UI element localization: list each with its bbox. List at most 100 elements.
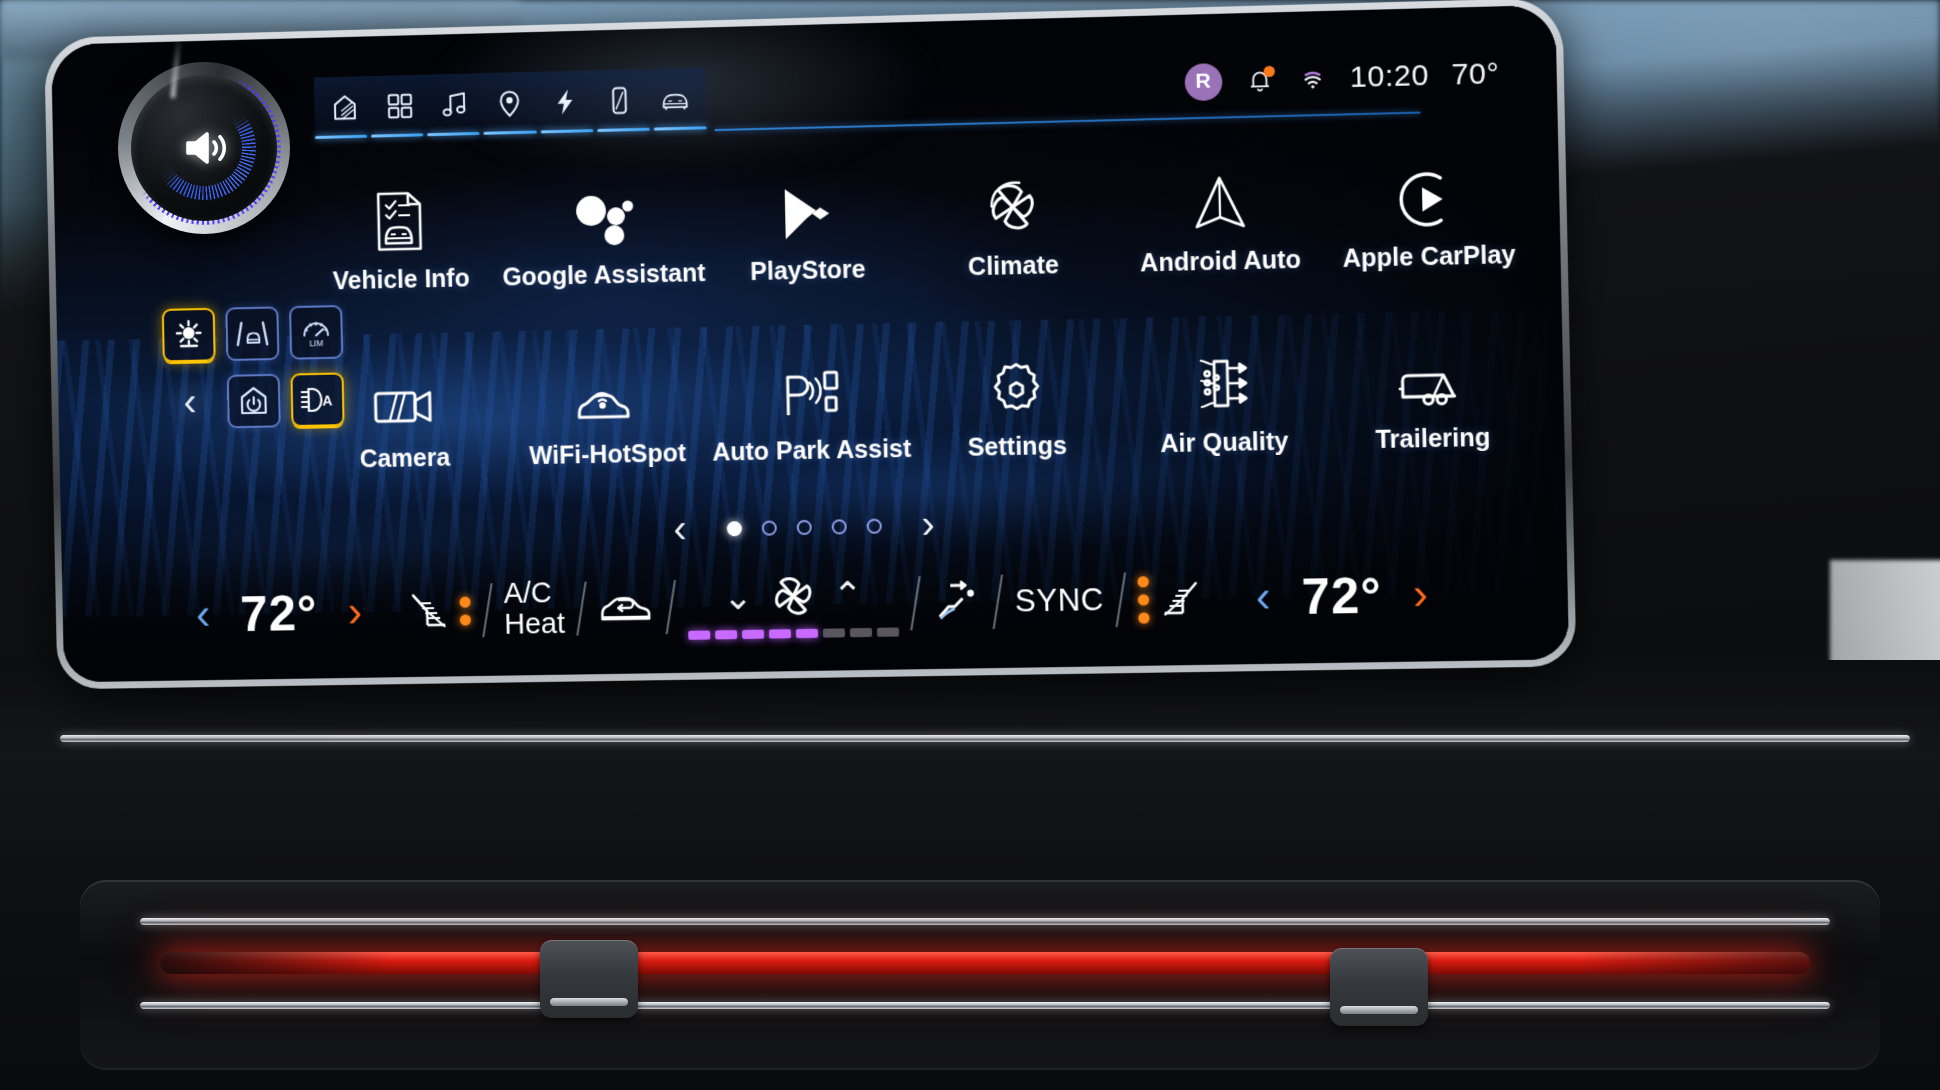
app-trailering[interactable]: Trailering <box>1326 336 1538 456</box>
app-label: Apple CarPlay <box>1342 240 1516 274</box>
page-dot[interactable] <box>726 520 742 536</box>
climate-divider <box>1115 572 1127 628</box>
page-dot[interactable] <box>796 519 812 535</box>
fan-speed-control[interactable]: ⌄ ⌃ <box>687 570 900 640</box>
app-climate[interactable]: Climate <box>908 163 1117 283</box>
climate-divider <box>482 583 493 638</box>
app-settings[interactable]: Settings <box>912 344 1121 464</box>
climate-divider <box>576 581 587 636</box>
app-playstore[interactable]: PlayStore <box>704 168 911 288</box>
ambient-light-falloff <box>160 952 1810 974</box>
tile-speed-limiter[interactable]: LIM <box>289 305 344 360</box>
app-label: Vehicle Info <box>332 264 470 296</box>
camera-icon <box>371 359 436 432</box>
status-bar: R 10:20 70° <box>1183 51 1500 105</box>
page-dots <box>726 518 882 536</box>
app-air-quality[interactable]: Air Quality <box>1118 340 1328 460</box>
nav-item-apps[interactable] <box>377 83 423 130</box>
profile-avatar[interactable]: R <box>1183 62 1223 101</box>
app-label: Google Assistant <box>502 259 706 292</box>
outside-temperature: 70° <box>1451 56 1500 92</box>
passenger-temp-value: 72° <box>1301 567 1383 626</box>
back-button[interactable]: ‹ <box>163 375 218 430</box>
page-dot[interactable] <box>866 518 882 534</box>
sync-button[interactable]: SYNC <box>1015 582 1105 620</box>
passenger-temp-decrease[interactable]: ‹ <box>1243 572 1283 622</box>
app-grid-row-2: Camera WiFi-HotSpot Auto Park Assist Set… <box>302 336 1538 476</box>
fan-speed-decrease[interactable]: ⌄ <box>722 576 753 617</box>
app-label: Auto Park Assist <box>712 434 912 467</box>
nav-item-navigation[interactable] <box>486 80 532 127</box>
airflow-direction-button[interactable] <box>932 579 981 626</box>
wifi-icon[interactable] <box>1297 63 1328 94</box>
app-google-assistant[interactable]: Google Assistant <box>500 173 706 292</box>
nav-item-vehicle[interactable] <box>652 76 699 123</box>
page-dot[interactable] <box>761 519 777 536</box>
fan-speed-row: ⌄ ⌃ <box>722 571 863 621</box>
app-label: WiFi-HotSpot <box>528 439 687 471</box>
svg-text:LIM: LIM <box>309 338 323 348</box>
fan-speed-increase[interactable]: ⌃ <box>832 574 863 616</box>
play-store-icon <box>777 170 836 243</box>
passenger-temp-control: ‹ 72° › <box>1243 565 1441 627</box>
page-dot[interactable] <box>831 518 847 534</box>
passenger-temp-increase[interactable]: › <box>1400 569 1440 619</box>
app-auto-park-assist[interactable]: Auto Park Assist <box>707 349 914 468</box>
app-label: Android Auto <box>1139 245 1302 278</box>
heat-label: Heat <box>504 607 566 641</box>
nav-item-home[interactable] <box>322 84 368 131</box>
page-prev-button[interactable]: ‹ <box>659 507 701 551</box>
driver-temp-increase[interactable]: › <box>335 587 374 636</box>
ac-label: A/C <box>503 577 552 611</box>
app-vehicle-info[interactable]: Vehicle Info <box>298 178 502 297</box>
climate-divider <box>992 574 1004 629</box>
tile-lane-keep-assist[interactable] <box>225 306 280 362</box>
app-apple-carplay[interactable]: Apple CarPlay <box>1322 153 1534 274</box>
passenger-seat-level <box>1137 575 1150 624</box>
fan-icon <box>774 577 811 615</box>
nav-item-phone[interactable] <box>596 77 643 124</box>
android-auto-icon <box>1189 160 1249 234</box>
app-label: Camera <box>359 443 451 474</box>
quick-control-row-1: LIM <box>161 305 345 363</box>
notification-bell[interactable] <box>1244 65 1275 96</box>
app-label: Trailering <box>1375 423 1491 455</box>
volume-knob[interactable] <box>118 35 290 234</box>
volume-speaker-icon <box>118 62 290 234</box>
page-next-button[interactable]: › <box>907 503 949 547</box>
app-label: Settings <box>967 431 1068 462</box>
tile-headlight[interactable] <box>161 307 216 363</box>
google-assistant-icon <box>571 175 634 248</box>
air-quality-icon <box>1191 342 1255 416</box>
driver-temp-control: ‹ 72° › <box>184 583 375 644</box>
climate-divider <box>910 576 921 631</box>
app-wifi-hotspot[interactable]: WiFi-HotSpot <box>504 353 710 472</box>
svg-text:A: A <box>322 392 332 408</box>
climate-divider <box>665 580 677 635</box>
app-label: Air Quality <box>1160 427 1289 459</box>
air-recirculation-button[interactable] <box>598 588 654 629</box>
nav-item-energy[interactable] <box>541 78 588 125</box>
app-label: Climate <box>967 251 1060 282</box>
cabin-scene: R 10:20 70° Vehicle Info Google Assistan… <box>0 0 1940 1090</box>
driver-temp-value: 72° <box>239 585 319 643</box>
auto-park-assist-icon <box>779 350 842 423</box>
apple-carplay-icon <box>1397 155 1458 229</box>
app-android-auto[interactable]: Android Auto <box>1115 158 1325 279</box>
driver-temp-decrease[interactable]: ‹ <box>184 590 223 639</box>
vent-direction-toggle-right[interactable] <box>1330 948 1428 1026</box>
notification-badge <box>1263 65 1275 78</box>
climate-fan-icon <box>981 165 1043 239</box>
driver-seat-level <box>459 596 471 626</box>
chrome-trim-upper <box>60 735 1910 742</box>
driver-heated-seat[interactable] <box>407 589 471 634</box>
nav-item-media[interactable] <box>431 81 477 128</box>
ac-heat-button[interactable]: A/C Heat <box>503 577 566 641</box>
tile-power-home[interactable] <box>226 373 281 429</box>
wifi-hotspot-icon <box>573 354 640 427</box>
clock: 10:20 <box>1349 58 1430 95</box>
air-vent-housing <box>80 880 1880 1070</box>
tile-auto-high-beam[interactable]: A <box>290 372 345 428</box>
passenger-heated-seat[interactable] <box>1137 575 1204 624</box>
vent-direction-toggle-left[interactable] <box>540 940 638 1018</box>
